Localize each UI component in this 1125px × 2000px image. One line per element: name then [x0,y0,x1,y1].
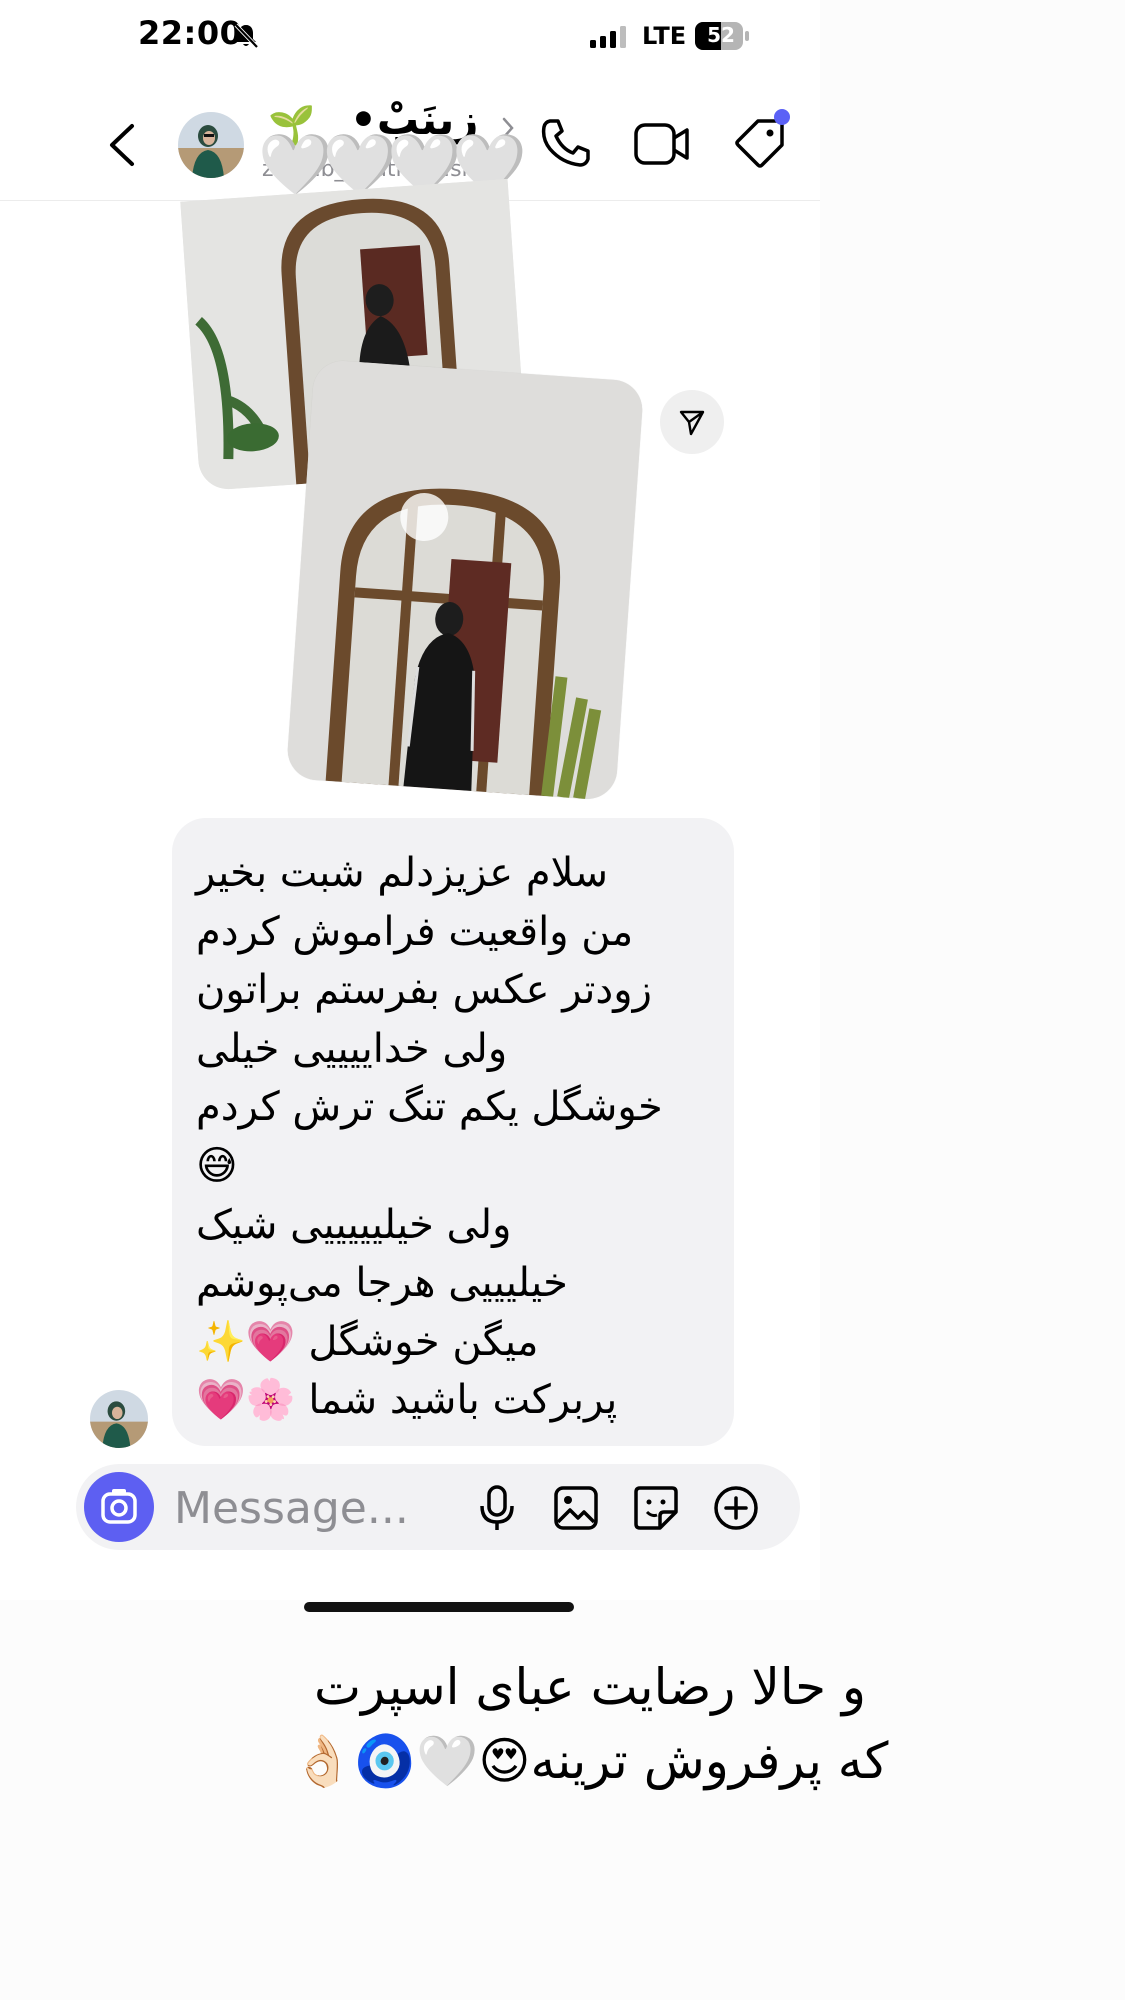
contact-avatar[interactable] [178,112,244,178]
network-type: LTE [642,22,687,50]
caption-line-1: و حالا رضایت عبای اسپرت [313,1658,867,1716]
shared-photo-front[interactable] [285,359,645,801]
mirror-photo-full [285,359,645,801]
video-call-icon[interactable] [634,121,690,167]
message-line: ولی خداییییی خیلی [196,1025,508,1072]
avatar-image [90,1390,148,1448]
message-input[interactable] [172,1478,446,1538]
camera-icon [101,1489,137,1524]
message-line: ولی خیلیییییی شیک [196,1201,512,1248]
signal-icon [590,26,626,48]
microphone-icon[interactable] [474,1484,520,1532]
bell-off-icon [234,23,259,49]
message-bubble[interactable]: سلام عزیزدلم شبت بخیر من واقعیت فراموش ک… [172,818,734,1446]
gallery-icon[interactable] [552,1484,600,1532]
message-line: سلام عزیزدلم شبت بخیر [196,850,609,896]
back-icon[interactable] [104,120,140,170]
sticker-icon[interactable] [632,1484,680,1532]
message-line: من واقعیت فراموش کردم [196,908,634,955]
tag-icon[interactable] [734,117,786,169]
story-caption: و حالا رضایت عبای اسپرت که پرفروش ترینه😍… [290,1650,890,1798]
message-line: میگن خوشگل 💗✨ [196,1318,539,1365]
message-line: خیلیییی هرجا می‌پوشم [196,1260,568,1307]
send-icon [679,410,705,436]
caption-line-2: که پرفروش ترینه😍🤍🧿👌🏻 [291,1732,889,1790]
add-icon[interactable] [712,1484,760,1532]
message-line: خوشگل یکم تنگ ترش کردم [196,1084,663,1131]
avatar-image [178,112,244,178]
phone-icon[interactable] [540,117,590,169]
camera-button[interactable] [84,1472,154,1542]
battery-level: 52 [707,23,735,47]
share-button[interactable] [660,390,724,454]
home-indicator [304,1602,574,1612]
message-line: زودتر عکس بفرستم براتون [196,967,652,1014]
notification-dot [774,109,790,125]
sender-avatar[interactable] [90,1390,148,1448]
status-time: 22:00 [138,14,243,52]
message-line: پربرکت باشید شما 🌸💗 [196,1377,618,1424]
message-line: 😅 [196,1142,238,1189]
message-composer [76,1464,800,1550]
dm-screen: 22:00 LTE 52 🌱 زینَبْ• zainab_boutique.s… [0,0,820,1612]
